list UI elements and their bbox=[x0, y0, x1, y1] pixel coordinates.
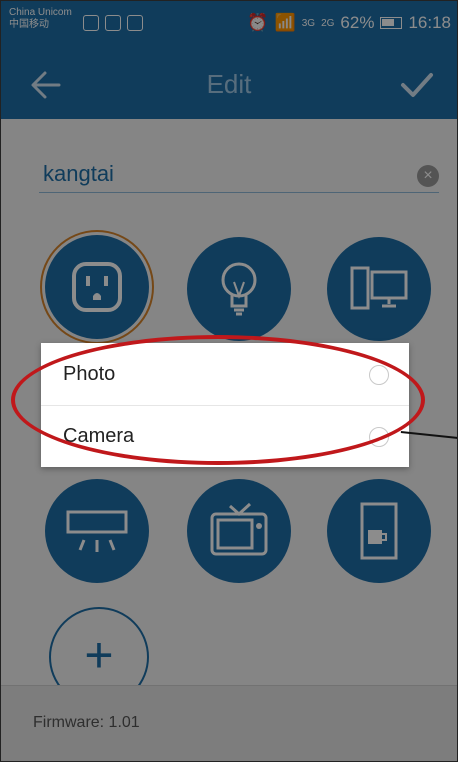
annotation-ellipse bbox=[11, 335, 425, 465]
phone-screen: China Unicom 中国移动 ⏰ 📶 3G 2G 62% 16:18 Ed… bbox=[0, 0, 458, 762]
